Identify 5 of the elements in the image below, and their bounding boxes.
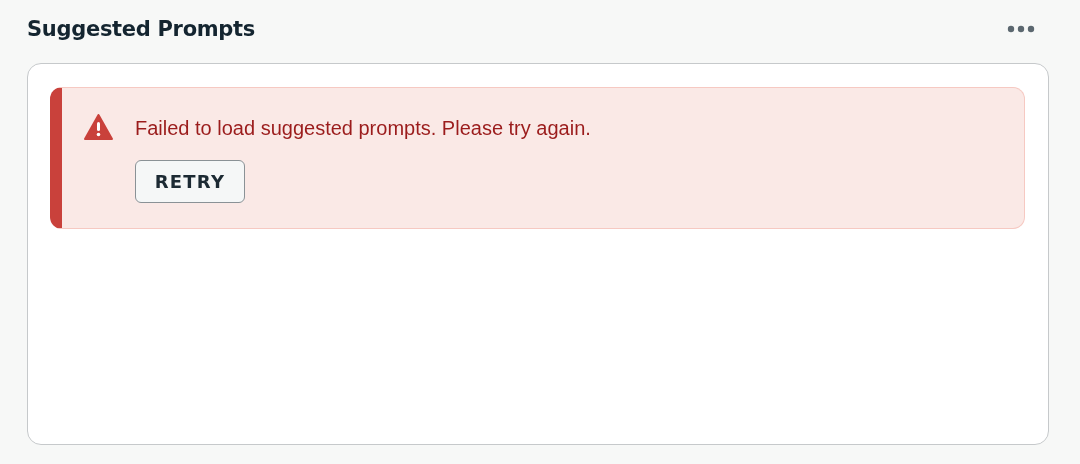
more-icon[interactable] bbox=[1007, 25, 1035, 33]
panel-title: Suggested Prompts bbox=[27, 17, 256, 41]
error-message: Failed to load suggested prompts. Please try again. bbox=[135, 116, 591, 141]
retry-button[interactable]: RETRY bbox=[135, 160, 245, 203]
warning-icon bbox=[84, 114, 113, 140]
